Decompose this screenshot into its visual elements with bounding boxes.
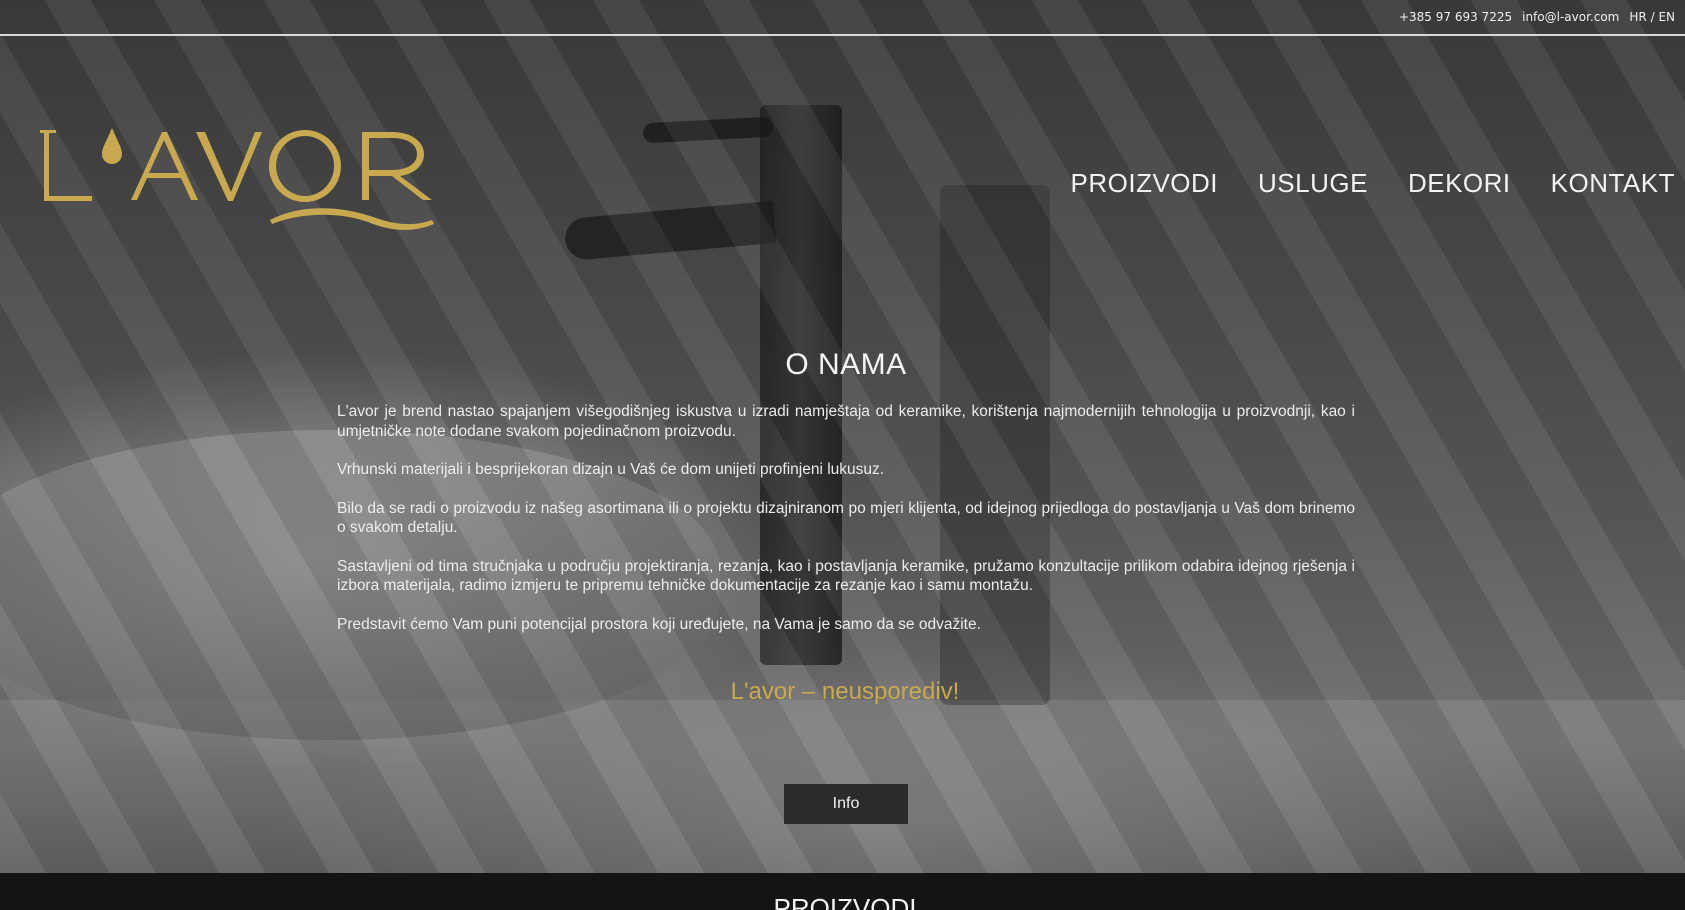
about-title: O NAMA bbox=[785, 348, 907, 381]
about-paragraph-3: Bilo da se radi o proizvodu iz našeg aso… bbox=[337, 499, 1355, 537]
nav-kontakt[interactable]: KONTAKT bbox=[1551, 168, 1675, 199]
products-section: PROIZVODI bbox=[0, 873, 1685, 910]
nav-usluge[interactable]: USLUGE bbox=[1258, 168, 1368, 199]
nav-dekori[interactable]: DEKORI bbox=[1408, 168, 1511, 199]
products-section-title: PROIZVODI bbox=[773, 893, 917, 910]
top-contact-bar: +385 97 693 7225 info@l-avor.com HR / EN bbox=[0, 0, 1685, 36]
phone-link[interactable]: +385 97 693 7225 bbox=[1399, 10, 1512, 24]
about-section: O NAMA L'avor je brend nastao spajanjem … bbox=[337, 348, 1355, 653]
about-paragraph-5: Predstavit ćemo Vam puni potencijal pros… bbox=[337, 615, 981, 633]
contact-info: +385 97 693 7225 info@l-avor.com HR / EN bbox=[1399, 10, 1675, 24]
lang-hr-link[interactable]: HR bbox=[1629, 10, 1646, 24]
lang-en-link[interactable]: EN bbox=[1658, 10, 1675, 24]
about-paragraph-4: Sastavljeni od tima stručnjaka u područj… bbox=[337, 557, 1355, 595]
nav-proizvodi[interactable]: PROIZVODI bbox=[1071, 168, 1219, 199]
brand-tagline: L'avor – neusporediv! bbox=[730, 678, 960, 705]
logo-mark bbox=[40, 128, 434, 230]
brand-logo[interactable] bbox=[40, 120, 470, 260]
email-link[interactable]: info@l-avor.com bbox=[1522, 10, 1619, 24]
about-paragraph-2: Vrhunski materijali i besprijekoran diza… bbox=[337, 461, 885, 478]
about-paragraph-1: L'avor je brend nastao spajanjem višegod… bbox=[337, 403, 1355, 440]
lang-separator: / bbox=[1650, 10, 1655, 24]
info-button[interactable]: Info bbox=[784, 784, 908, 824]
main-navigation: PROIZVODI USLUGE DEKORI KONTAKT bbox=[1071, 168, 1675, 199]
language-switcher: HR / EN bbox=[1629, 10, 1675, 24]
